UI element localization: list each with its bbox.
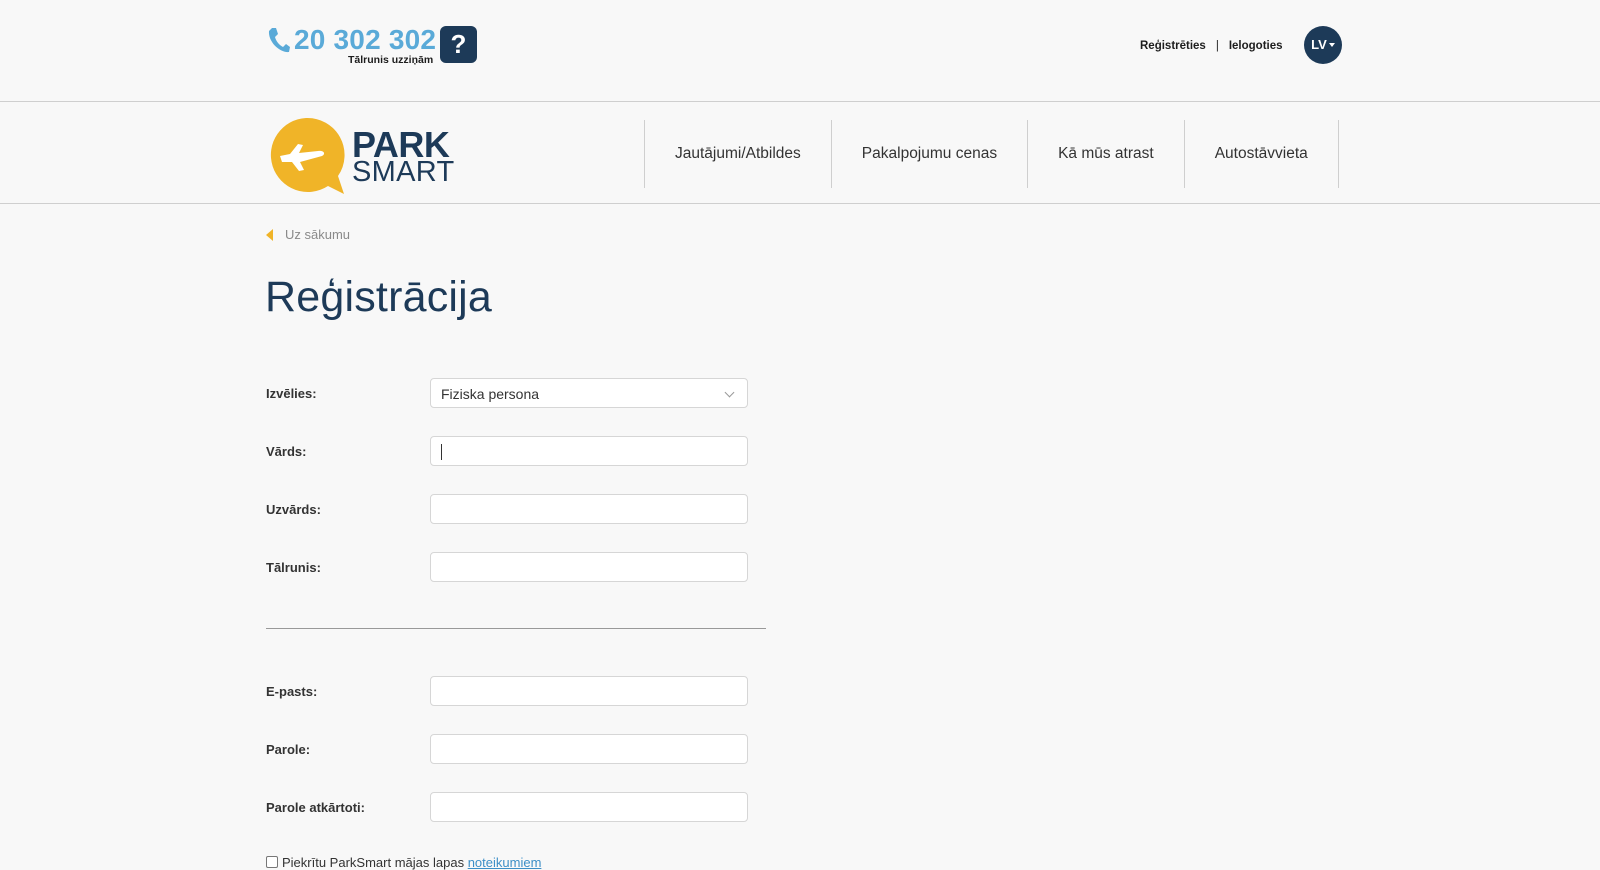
last-name-label: Uzvārds: [266,502,321,517]
password-label: Parole: [266,742,311,757]
phone-icon [268,28,290,53]
logo-text-smart: SMART [352,156,455,188]
page-title: Reģistrācija [265,273,493,321]
nav-item-faq[interactable]: Jautājumi/Atbildes [644,120,831,188]
auth-links: Reģistrēties | Ielogoties [1140,40,1283,52]
form-divider [266,628,766,629]
password-input[interactable] [431,735,747,763]
password-repeat-input[interactable] [431,793,747,821]
password-repeat-field[interactable] [430,792,748,822]
email-field[interactable] [430,676,748,706]
airplane-icon [270,117,345,194]
terms-checkbox[interactable] [266,855,278,868]
password-field[interactable] [430,734,748,764]
nav-item-location[interactable]: Kā mūs atrast [1027,120,1184,188]
back-link[interactable]: Uz sākumu [266,227,350,242]
login-link[interactable]: Ielogoties [1229,40,1283,52]
phone-input[interactable] [431,553,747,581]
terms-link[interactable]: noteikumiem [468,855,542,870]
last-name-field[interactable] [430,494,748,524]
email-label: E-pasts: [266,684,318,699]
phone-field[interactable] [430,552,748,582]
caret-down-icon [1328,42,1335,47]
language-label: LV [1311,37,1327,52]
phone-subtitle: Tālrunis uzziņām [348,54,434,66]
first-name-field[interactable] [430,436,748,466]
email-input[interactable] [431,677,747,705]
password-repeat-label: Parole atkārtoti: [266,800,365,815]
terms-agreement: Piekrītu ParkSmart mājas lapas noteikumi… [266,855,541,870]
first-name-label: Vārds: [266,444,307,459]
triangle-left-icon [266,228,273,241]
first-name-input[interactable] [431,437,747,465]
phone-label: Tālrunis: [266,560,321,575]
type-label: Izvēlies: [266,386,317,401]
logo[interactable]: PARK SMART [266,116,456,196]
text-cursor [441,444,442,460]
person-type-value: Fiziska persona [441,386,540,402]
language-selector[interactable]: LV [1304,26,1342,64]
nav-item-prices[interactable]: Pakalpojumu cenas [830,120,1027,188]
person-type-select[interactable]: Fiziska persona [430,378,748,408]
phone-number[interactable]: 20 302 302 [294,24,436,56]
back-link-label: Uz sākumu [285,227,351,242]
main-header: PARK SMART Jautājumi/Atbildes Pakalpojum… [0,102,1600,204]
register-link[interactable]: Reģistrēties [1140,40,1206,52]
main-nav: Jautājumi/Atbildes Pakalpojumu cenas Kā … [644,120,1339,188]
chevron-down-icon [724,387,735,398]
terms-text: Piekrītu ParkSmart mājas lapas [282,855,465,870]
question-icon[interactable]: ? [440,26,477,63]
nav-item-parking[interactable]: Autostāvvieta [1183,120,1339,188]
last-name-input[interactable] [431,495,747,523]
auth-separator: | [1215,40,1219,52]
topbar: 20 302 302 Tālrunis uzziņām ? Reģistrēti… [0,0,1600,102]
